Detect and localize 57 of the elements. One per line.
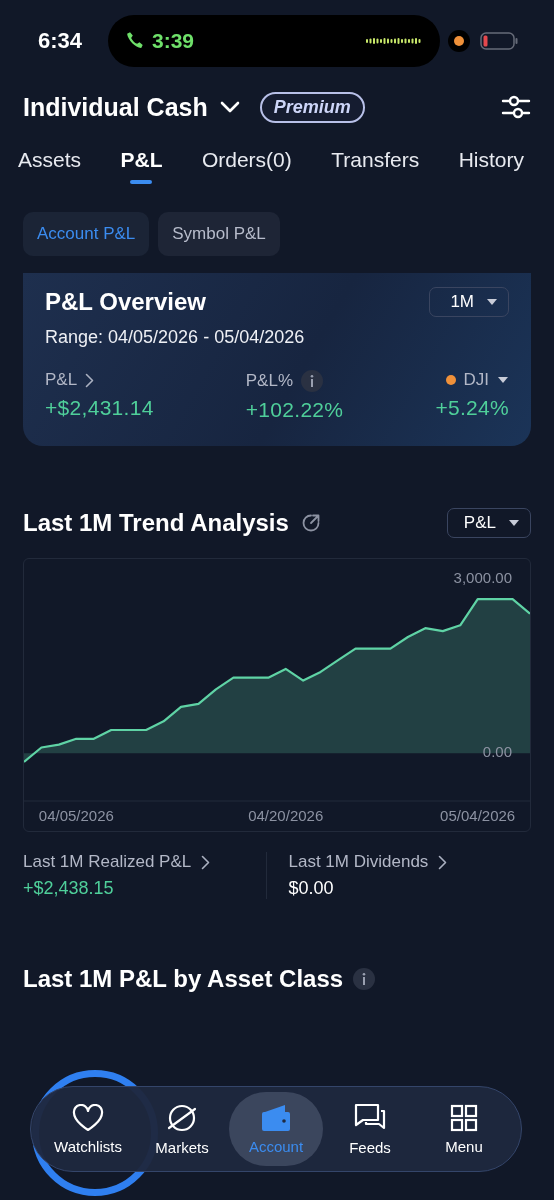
card-title: P&L Overview [45,288,206,316]
date-range: Range: 04/05/2026 - 05/04/2026 [45,327,306,348]
metric-value: +102.22% [245,398,344,422]
tab[interactable]: P&L [120,138,163,188]
axis-label: 05/04/2026 [440,807,516,824]
tab[interactable]: Transfers [331,138,420,188]
axis-label: 04/20/2026 [248,807,324,824]
dot-icon [445,375,456,385]
call-pill[interactable]: 3:39 [108,15,440,67]
clock-time: 6:34 [38,28,84,54]
nav-item[interactable]: Markets [135,1092,229,1166]
caret-icon [486,298,498,306]
segment-tab[interactable]: Symbol P&L [158,212,280,256]
battery-icon [480,32,518,50]
tab[interactable]: Assets [18,138,82,188]
section-title: Last 1M P&L by Asset Class [23,965,344,993]
info-icon[interactable] [301,370,323,392]
wallet-icon [261,1103,291,1132]
account-title[interactable]: Individual Cash [23,92,208,122]
caret-icon[interactable] [497,376,509,384]
axis-label: 3,000.00 [453,568,512,586]
settings-icon[interactable] [501,94,531,120]
summary-label[interactable]: Last 1M Dividends [288,852,429,872]
planet-icon [166,1102,198,1133]
premium-badge: Premium [259,91,365,123]
nav-item[interactable]: Menu [417,1092,511,1166]
metric-label[interactable]: DJI [463,370,489,390]
axis-label: 0.00 [482,743,512,761]
info-icon[interactable] [353,968,376,990]
tab-underline [130,180,153,184]
tab[interactable]: Orders(0) [201,138,292,188]
nav-item[interactable]: Feeds [323,1092,417,1166]
summary-label[interactable]: Last 1M Realized P&L [23,852,192,872]
chevron-right-icon[interactable] [438,854,448,870]
grid-icon [450,1103,478,1132]
nav-item[interactable]: Watchlists [41,1092,135,1166]
share-icon[interactable] [300,513,321,533]
period-dropdown[interactable]: 1M [429,287,509,317]
segment-tab[interactable]: Account P&L [23,212,150,256]
chevron-down-icon[interactable] [219,101,240,113]
chevron-right-icon[interactable] [201,854,211,870]
summary-value: $0.00 [288,878,335,899]
metric-label[interactable]: P&L [45,370,78,390]
call-duration: 3:39 [152,29,195,53]
heart-icon [72,1103,104,1132]
axis-label: 04/05/2026 [38,807,114,824]
privacy-indicator-icon [448,30,470,52]
waveform-icon [366,37,422,45]
metric-value: +$2,431.14 [45,396,154,420]
summary-value: +$2,438.15 [23,878,115,899]
metric-value: +5.24% [435,396,509,420]
tab[interactable]: History [458,138,524,188]
metric-dropdown[interactable]: P&L [446,508,531,538]
caret-icon [508,519,520,527]
chevron-right-icon[interactable] [85,372,95,388]
section-title: Last 1M Trend Analysis [23,509,289,537]
metric-label: P&L% [245,371,293,391]
